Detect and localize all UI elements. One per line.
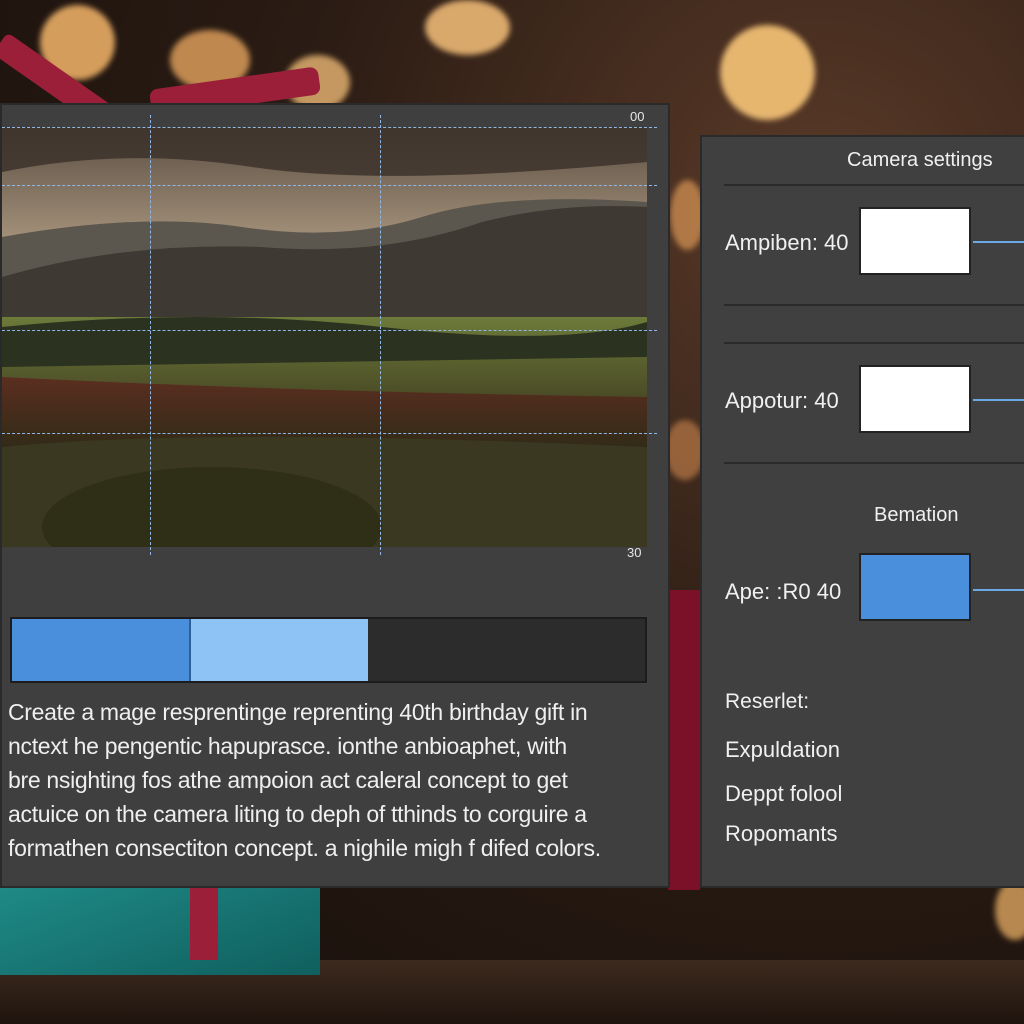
bokeh-light [425,0,510,55]
prompt-text: Create a mage resprentinge reprenting 40… [8,695,648,865]
progress-bar[interactable] [10,617,647,683]
divider [724,184,1024,186]
bokeh-light [665,420,705,480]
divider [724,462,1024,464]
grid-line [2,330,657,331]
landscape-photo [2,127,647,547]
preview-panel: 00 30 Create a mage resprentinge reprent… [0,103,670,888]
section-header: Bemation [874,504,959,526]
prompt-line: formathen consectiton concept. a nighile… [8,835,601,861]
field-label-appotur: Appotur: 40 [725,388,839,413]
progress-segment-secondary [191,619,369,681]
corner-label-bottom: 30 [627,545,642,560]
divider [724,342,1024,344]
prompt-line: Create a mage resprentinge reprenting 40… [8,699,588,725]
appotur-input[interactable] [859,365,971,433]
slider-track[interactable] [973,241,1024,243]
grid-line [2,433,657,434]
prompt-line: nctext he pengentic hapuprasce. ionthe a… [8,733,567,759]
grid-line [2,185,657,186]
gift-box [0,885,320,975]
divider [724,304,1024,306]
list-item[interactable]: Ropomants [725,821,838,847]
list-item[interactable]: Expuldation [725,737,840,763]
gift-ribbon [668,590,700,890]
camera-settings-panel: Camera settings Ampiben: 40 Appotur: 40 … [700,135,1024,888]
grid-line [2,127,657,128]
prompt-line: actuice on the camera liting to deph of … [8,801,587,827]
prompt-line: bre nsighting fos athe ampoion act caler… [8,767,568,793]
slider-track[interactable] [973,399,1024,401]
grid-line [150,115,151,555]
bokeh-light [720,25,815,120]
ape-input[interactable] [859,553,971,621]
settings-title: Camera settings [847,149,993,171]
list-item[interactable]: Reserlet: [725,690,809,714]
bokeh-light [995,880,1024,940]
field-label-ape: Ape: :R0 40 [725,579,842,604]
ampiben-input[interactable] [859,207,971,275]
list-item[interactable]: Deppt folool [725,781,842,807]
field-label-ampiben: Ampiben: 40 [725,230,849,255]
progress-segment-primary [12,619,192,681]
slider-track[interactable] [973,589,1024,591]
grid-line [380,115,381,555]
corner-label-top: 00 [630,109,645,124]
